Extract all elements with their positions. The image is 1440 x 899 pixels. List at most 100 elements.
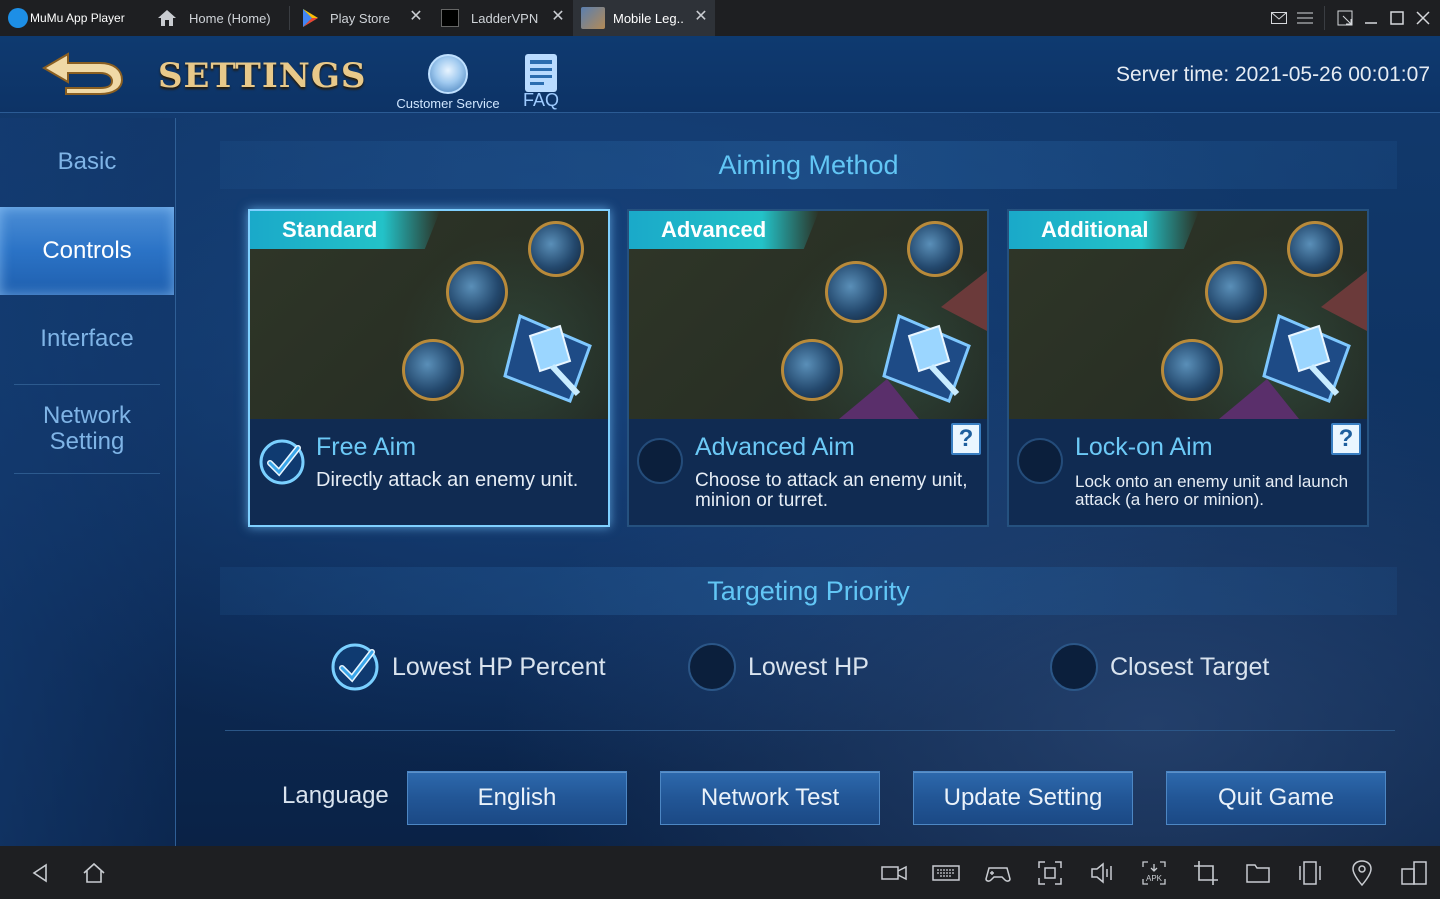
close-icon[interactable]: ✕: [550, 9, 566, 25]
section-heading-label: Aiming Method: [718, 149, 899, 180]
home-icon: [158, 10, 176, 26]
tab-label: Play Store: [330, 10, 390, 26]
folder-icon[interactable]: [1244, 859, 1272, 887]
skill-orb-icon: [781, 339, 843, 401]
aim-description: Lock onto an enemy unit and launch attac…: [1075, 472, 1349, 509]
back-icon[interactable]: [26, 859, 54, 887]
apk-install-icon[interactable]: APK: [1140, 859, 1168, 887]
section-heading-label: Targeting Priority: [707, 575, 910, 606]
back-button[interactable]: [38, 48, 124, 96]
settings-sidebar: Basic Controls Interface Network Setting: [0, 118, 176, 846]
menu-icon[interactable]: [1292, 0, 1318, 36]
update-setting-button[interactable]: Update Setting: [913, 771, 1133, 825]
gamepad-icon[interactable]: [984, 859, 1012, 887]
aim-description: Choose to attack an enemy unit, minion o…: [695, 470, 968, 511]
tab-laddervpn[interactable]: LadderVPN ✕: [431, 0, 572, 36]
aim-tag-advanced: Advanced: [629, 211, 819, 249]
help-icon[interactable]: ?: [1331, 423, 1361, 455]
laddervpn-icon: [441, 9, 459, 27]
priority-label: Lowest HP Percent: [392, 652, 606, 681]
quit-game-button[interactable]: Quit Game: [1166, 771, 1386, 825]
mobile-legends-icon: [581, 7, 605, 29]
aim-radio[interactable]: [1017, 438, 1063, 484]
network-test-button[interactable]: Network Test: [660, 771, 880, 825]
game-viewport: SETTINGS Customer Service FAQ Server tim…: [0, 36, 1440, 846]
sidebar-item-basic[interactable]: Basic: [0, 118, 174, 206]
skill-orb-icon: [825, 261, 887, 323]
tab-home[interactable]: Home (Home): [145, 0, 288, 36]
section-divider: [225, 730, 1395, 731]
sidebar-item-interface[interactable]: Interface: [0, 295, 174, 383]
video-record-icon[interactable]: [880, 859, 908, 887]
aim-card-advanced-aim[interactable]: Advanced Advanced Aim Choose to attack a…: [627, 209, 989, 527]
aim-name: Advanced Aim: [695, 433, 855, 461]
priority-label: Lowest HP: [748, 652, 869, 681]
multi-instance-icon[interactable]: [1400, 859, 1428, 887]
targeting-priority-heading: Targeting Priority: [220, 567, 1397, 615]
customer-service-button[interactable]: Customer Service: [390, 54, 506, 111]
button-label: Update Setting: [943, 784, 1103, 811]
language-select-button[interactable]: English: [407, 771, 627, 825]
skill-orb-icon: [1287, 221, 1343, 277]
svg-text:APK: APK: [1146, 874, 1163, 883]
button-label: English: [477, 784, 557, 811]
close-icon[interactable]: ✕: [408, 9, 424, 25]
aim-card-lock-on-aim[interactable]: Additional Lock-on Aim Lock onto an enem…: [1007, 209, 1369, 527]
basic-attack-icon: [882, 313, 971, 403]
crop-icon[interactable]: [1192, 859, 1220, 887]
settings-header: SETTINGS Customer Service FAQ Server tim…: [0, 36, 1440, 113]
screenshot-icon[interactable]: [1036, 859, 1064, 887]
aim-description: Directly attack an enemy unit.: [316, 469, 579, 491]
keyboard-icon[interactable]: [932, 859, 960, 887]
language-label: Language: [282, 782, 389, 809]
skill-orb-icon: [402, 339, 464, 401]
checkmark-icon[interactable]: [258, 438, 306, 486]
skill-orb-icon: [446, 261, 508, 323]
radio-button: [1050, 643, 1098, 691]
button-label: Quit Game: [1217, 784, 1335, 811]
emulator-toolbar: APK: [0, 846, 1440, 899]
tab-play-store[interactable]: Play Store ✕: [290, 0, 430, 36]
priority-option-lowest-hp-percent[interactable]: Lowest HP Percent: [330, 642, 606, 692]
sidebar-item-label: Controls: [42, 237, 132, 264]
titlebar-separator: [1324, 6, 1325, 30]
location-icon[interactable]: [1348, 859, 1376, 887]
home-icon[interactable]: [80, 859, 108, 887]
shake-icon[interactable]: [1296, 859, 1324, 887]
window-titlebar: MuMu App Player Home (Home) Play Store ✕…: [0, 0, 1440, 36]
mail-icon[interactable]: [1266, 0, 1292, 36]
sidebar-item-label: Interface: [40, 325, 134, 352]
aim-card-free-aim[interactable]: Standard Free Aim Directly attack an ene…: [248, 209, 610, 527]
tab-label: Mobile Leg..: [613, 10, 684, 26]
skill-orb-icon: [1205, 261, 1267, 323]
back-arrow-icon: [42, 52, 124, 95]
minimize-icon[interactable]: [1358, 0, 1384, 36]
aim-radio[interactable]: [637, 438, 683, 484]
server-time: Server time: 2021-05-26 00:01:07: [1115, 63, 1430, 86]
volume-icon[interactable]: [1088, 859, 1116, 887]
aiming-method-heading: Aiming Method: [220, 141, 1397, 189]
priority-option-closest-target[interactable]: Closest Target: [1050, 642, 1269, 692]
mumu-logo-icon: [8, 8, 28, 28]
close-window-icon[interactable]: [1410, 0, 1436, 36]
faq-button[interactable]: FAQ: [518, 54, 564, 112]
priority-option-lowest-hp[interactable]: Lowest HP: [688, 642, 869, 692]
sidebar-divider: [14, 473, 160, 474]
close-icon[interactable]: ✕: [693, 9, 709, 25]
aim-tag-standard: Standard: [250, 211, 440, 249]
sidebar-item-controls[interactable]: Controls: [0, 207, 174, 295]
tab-mumu-app-player[interactable]: MuMu App Player: [0, 0, 145, 36]
skill-orb-icon: [907, 221, 963, 277]
tab-label: Home (Home): [189, 10, 271, 26]
aim-name: Lock-on Aim: [1075, 433, 1213, 461]
faq-label: FAQ: [522, 90, 559, 110]
aim-name: Free Aim: [316, 433, 417, 461]
sidebar-item-network-setting[interactable]: Network Setting: [0, 385, 174, 473]
maximize-icon[interactable]: [1384, 0, 1410, 36]
tab-mobile-legends[interactable]: Mobile Leg.. ✕: [573, 0, 715, 36]
tab-label: LadderVPN: [471, 10, 539, 26]
screen-mode-icon[interactable]: [1332, 0, 1358, 36]
sidebar-item-label: Basic: [57, 148, 117, 175]
help-icon[interactable]: ?: [951, 423, 981, 455]
customer-service-label: Customer Service: [396, 96, 500, 111]
